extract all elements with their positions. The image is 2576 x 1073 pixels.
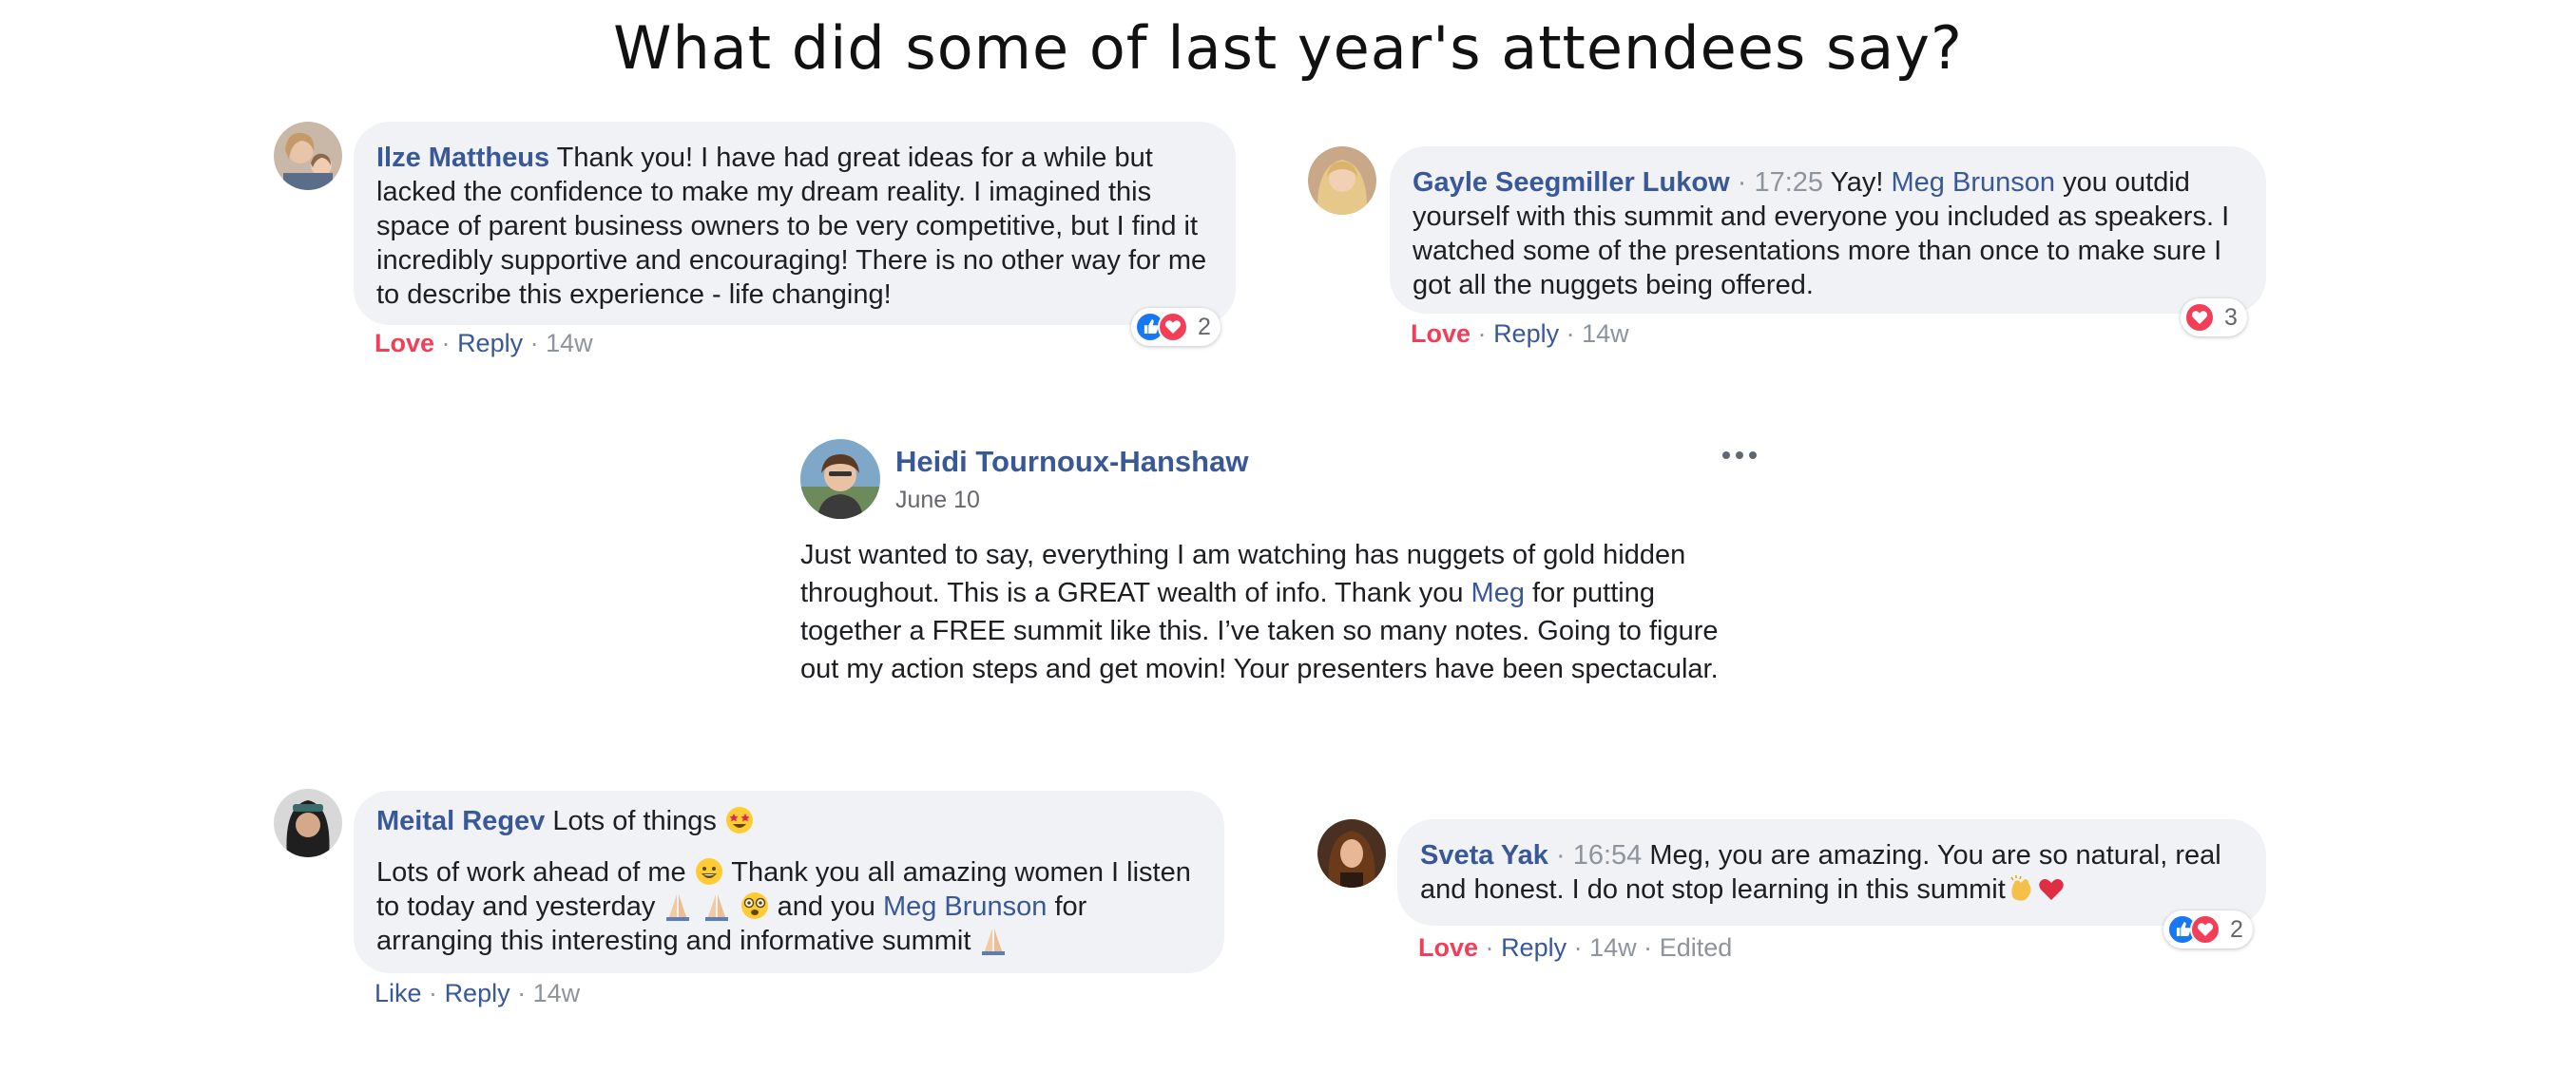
edited-label: Edited: [1659, 933, 1733, 962]
comment-actions: Love · Reply · 14w · Edited: [1418, 933, 1733, 962]
clapping-hands-emoji: [2006, 873, 2036, 904]
reaction-count: 2: [1198, 313, 1211, 340]
red-heart-emoji: [2036, 873, 2067, 904]
comment-timestamp: 17:25: [1754, 167, 1824, 198]
mention-link[interactable]: Meg: [1471, 578, 1525, 608]
reply-action[interactable]: Reply: [457, 329, 523, 357]
dizzy-face-emoji: [740, 891, 770, 921]
reply-action[interactable]: Reply: [445, 979, 510, 1007]
reaction-summary[interactable]: 2: [1131, 308, 1221, 346]
post-date[interactable]: June 10: [895, 487, 980, 514]
folded-hands-emoji: [702, 891, 732, 921]
folded-hands-emoji: [663, 891, 693, 921]
post-body: Just wanted to say, everything I am watc…: [800, 540, 1719, 684]
comment-author[interactable]: Sveta Yak: [1420, 840, 1548, 871]
avatar-heidi-tournoux-hanshaw[interactable]: [800, 439, 880, 519]
comment-bubble-gayle: Gayle Seegmiller Lukow · 17:25 Yay! Meg …: [1390, 146, 2266, 314]
love-reaction-icon: [2184, 302, 2215, 333]
reaction-summary[interactable]: 2: [2163, 910, 2253, 948]
reaction-count: 3: [2224, 303, 2238, 331]
love-reaction-icon: [1158, 312, 1188, 342]
reaction-summary[interactable]: 3: [2181, 298, 2247, 336]
comment-actions: Love · Reply · 14w: [375, 329, 593, 357]
post-author[interactable]: Heidi Tournoux-Hanshaw: [895, 445, 1248, 479]
comment-author[interactable]: Ilze Mattheus: [376, 143, 549, 173]
love-action[interactable]: Love: [1411, 319, 1471, 348]
star-struck-emoji: [724, 805, 755, 835]
reply-action[interactable]: Reply: [1501, 933, 1567, 962]
comment-actions: Like · Reply · 14w: [375, 979, 581, 1007]
avatar-meital-regev[interactable]: [274, 789, 342, 857]
comment-actions: Love · Reply · 14w: [1411, 319, 1629, 348]
comment-bubble-sveta: Sveta Yak · 16:54 Meg, you are amazing. …: [1397, 819, 2266, 926]
comment-author[interactable]: Gayle Seegmiller Lukow: [1413, 167, 1730, 198]
avatar-gayle-seegmiller-lukow[interactable]: [1308, 146, 1376, 215]
mention-link[interactable]: Meg Brunson: [883, 891, 1048, 922]
avatar-ilze-mattheus[interactable]: [274, 122, 342, 190]
grinning-emoji: [694, 856, 724, 887]
avatar-sveta-yak[interactable]: [1317, 819, 1386, 888]
reaction-count: 2: [2230, 915, 2243, 943]
comment-time[interactable]: 14w: [1582, 319, 1629, 348]
comment-timestamp: 16:54: [1572, 840, 1643, 871]
comment-author[interactable]: Meital Regev: [376, 806, 545, 836]
comment-time[interactable]: 14w: [546, 329, 593, 357]
comment-time[interactable]: 14w: [533, 979, 581, 1007]
love-action[interactable]: Love: [375, 329, 434, 357]
mention-link[interactable]: Meg Brunson: [1892, 167, 2056, 198]
like-action[interactable]: Like: [375, 979, 422, 1007]
reply-action[interactable]: Reply: [1493, 319, 1559, 348]
more-options-icon[interactable]: [1721, 449, 1759, 462]
love-reaction-icon: [2190, 914, 2220, 945]
comment-time[interactable]: 14w: [1589, 933, 1637, 962]
folded-hands-emoji: [978, 925, 1009, 955]
comment-bubble-ilze: Ilze Mattheus Thank you! I have had grea…: [354, 122, 1236, 325]
page-title: What did some of last year's attendees s…: [613, 13, 1963, 83]
comment-bubble-meital: Meital Regev Lots of things Lots of work…: [354, 791, 1224, 973]
love-action[interactable]: Love: [1418, 933, 1478, 962]
